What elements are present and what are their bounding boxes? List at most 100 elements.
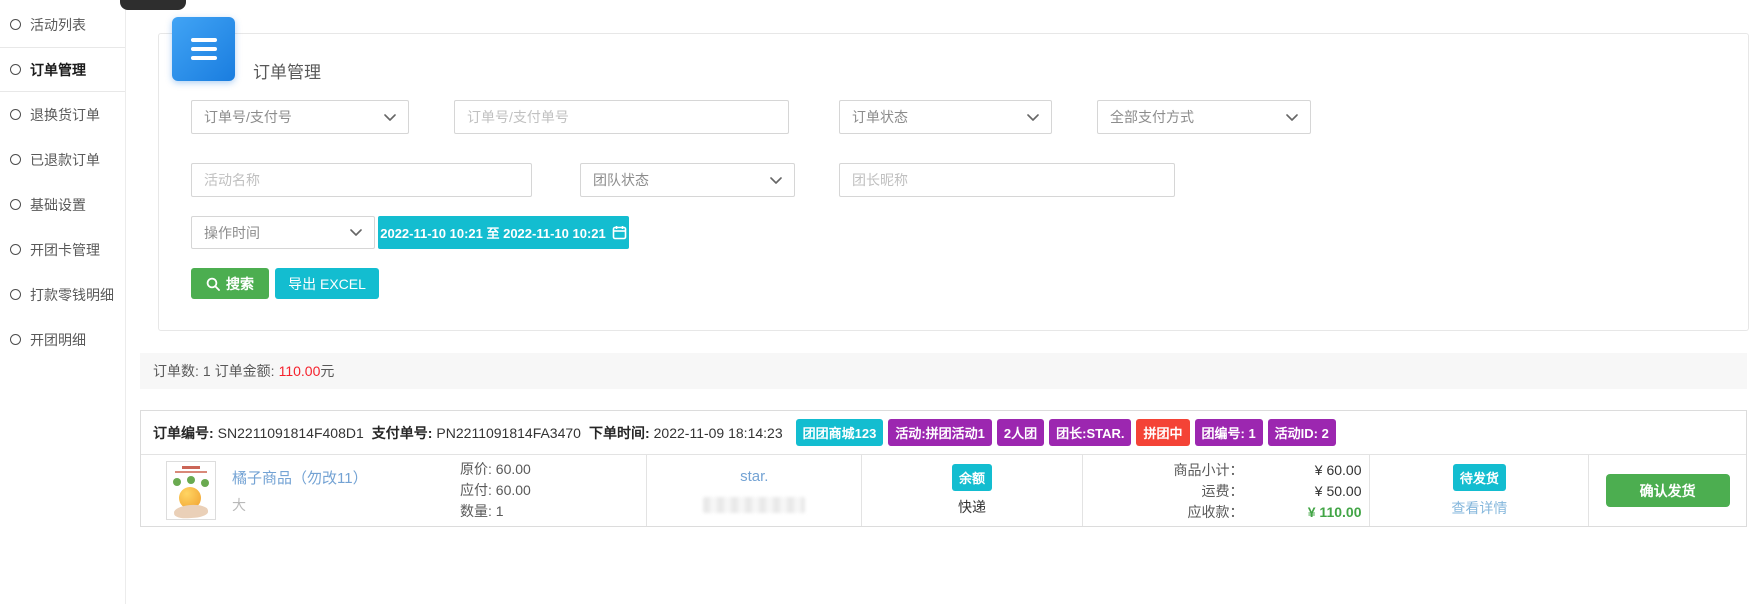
order-no-input[interactable] <box>454 100 789 134</box>
activity-badge: 活动:拼团活动1 <box>888 419 992 446</box>
circle-icon <box>10 19 21 30</box>
receivable-label: 应收款： <box>1187 502 1243 522</box>
calendar-icon <box>612 225 627 240</box>
circle-icon <box>10 289 21 300</box>
amounts-cell: 商品小计： ¥ 60.00 运费： ¥ 50.00 应收款： ¥ 110.00 <box>1082 455 1370 526</box>
buyer-cell: star. <box>646 455 861 526</box>
order-row: 橘子商品（勿改11） 大 原价: 60.00 应付: 60.00 数量: 1 s… <box>141 455 1746 526</box>
sidebar-item-activity-list[interactable]: 活动列表 <box>0 2 125 47</box>
main-content: 订单管理 订单号/支付号 订单状态 全部支付方式 团队状态 <box>126 0 1753 604</box>
buyer-nickname: star. <box>740 468 768 485</box>
time-type-value: 操作时间 <box>204 223 260 243</box>
order-no-type-value: 订单号/支付号 <box>204 107 292 127</box>
order-management-page: 活动列表 订单管理 退换货订单 已退款订单 基础设置 开团卡管理 打款零钱明细 <box>0 0 1753 604</box>
order-amount-unit: 元 <box>320 361 334 381</box>
product-name-link[interactable]: 橘子商品（勿改11） <box>232 467 420 488</box>
order-amount-value: 110.00 <box>279 363 321 379</box>
date-range-value: 2022-11-10 10:21 至 2022-11-10 10:21 <box>380 223 606 242</box>
team-status-select[interactable]: 团队状态 <box>580 163 795 197</box>
sidebar-item-group-card-management[interactable]: 开团卡管理 <box>0 227 125 272</box>
chevron-down-icon <box>384 114 396 121</box>
order-no-label: 订单编号: <box>153 423 214 443</box>
chevron-down-icon <box>350 229 362 236</box>
freight-label: 运费： <box>1201 481 1243 501</box>
subtotal-label: 商品小计： <box>1173 460 1243 480</box>
freight-value: ¥ 50.00 <box>1243 481 1361 501</box>
leader-badge: 团长:STAR. <box>1049 419 1131 446</box>
grouping-status-badge: 拼团中 <box>1136 419 1189 446</box>
chevron-down-icon <box>1286 114 1298 121</box>
product-image <box>166 461 216 520</box>
chevron-down-icon <box>1027 114 1039 121</box>
search-button[interactable]: 搜索 <box>191 268 269 299</box>
sidebar-item-basic-settings[interactable]: 基础设置 <box>0 182 125 227</box>
circle-icon <box>10 109 21 120</box>
sidebar-item-label: 打款零钱明细 <box>30 285 114 305</box>
order-time-label: 下单时间: <box>589 423 650 443</box>
circle-icon <box>10 64 21 75</box>
sidebar-item-transfer-detail[interactable]: 打款零钱明细 <box>0 272 125 317</box>
pay-no-value: PN2211091814FA3470 <box>436 425 581 441</box>
sidebar-item-label: 基础设置 <box>30 195 86 215</box>
shop-badge: 团团商城123 <box>796 419 884 446</box>
sidebar-item-label: 开团明细 <box>30 330 86 350</box>
export-excel-button[interactable]: 导出 EXCEL <box>275 268 379 299</box>
qty-label: 数量: <box>460 503 492 519</box>
payable-value: 60.00 <box>496 482 531 498</box>
filter-panel: 订单管理 订单号/支付号 订单状态 全部支付方式 团队状态 <box>158 33 1749 331</box>
activity-id-badge: 活动ID: 2 <box>1268 419 1336 446</box>
sidebar-item-order-management[interactable]: 订单管理 <box>0 47 125 92</box>
sidebar-item-label: 活动列表 <box>30 15 86 35</box>
pay-no-label: 支付单号: <box>372 423 433 443</box>
page-title: 订单管理 <box>253 58 321 83</box>
menu-button[interactable] <box>172 17 235 81</box>
subtotal-value: ¥ 60.00 <box>1243 460 1361 480</box>
status-badge: 待发货 <box>1453 464 1506 491</box>
receivable-value: ¥ 110.00 <box>1243 502 1361 522</box>
sidebar-item-refunded-orders[interactable]: 已退款订单 <box>0 137 125 182</box>
order-count-value: 1 <box>203 363 211 379</box>
order-no-value: SN2211091814F408D1 <box>218 425 364 441</box>
circle-icon <box>10 154 21 165</box>
payable-label: 应付: <box>460 482 492 498</box>
dark-notch <box>120 0 186 10</box>
sidebar-item-return-orders[interactable]: 退换货订单 <box>0 92 125 137</box>
payment-cell: 余额 快递 <box>861 455 1082 526</box>
search-button-label: 搜索 <box>226 274 254 294</box>
view-detail-link[interactable]: 查看详情 <box>1451 498 1507 518</box>
team-status-value: 团队状态 <box>593 170 649 190</box>
activity-name-input[interactable] <box>191 163 532 197</box>
orig-price-label: 原价: <box>460 461 492 477</box>
order-no-type-select[interactable]: 订单号/支付号 <box>191 100 409 134</box>
product-spec: 大 <box>232 495 420 515</box>
blurred-buyer-info <box>703 497 805 513</box>
pay-method-value: 全部支付方式 <box>1110 107 1194 127</box>
leader-nickname-input[interactable] <box>839 163 1175 197</box>
sidebar-item-group-open-detail[interactable]: 开团明细 <box>0 317 125 362</box>
pay-method-select[interactable]: 全部支付方式 <box>1097 100 1311 134</box>
hamburger-icon <box>191 38 217 42</box>
sidebar: 活动列表 订单管理 退换货订单 已退款订单 基础设置 开团卡管理 打款零钱明细 <box>0 0 126 604</box>
product-cell: 橘子商品（勿改11） 大 原价: 60.00 应付: 60.00 数量: 1 <box>141 455 646 526</box>
orig-price-value: 60.00 <box>496 461 531 477</box>
date-range-button[interactable]: 2022-11-10 10:21 至 2022-11-10 10:21 <box>378 216 629 249</box>
sidebar-item-label: 已退款订单 <box>30 150 100 170</box>
price-block: 原价: 60.00 应付: 60.00 数量: 1 <box>460 460 531 521</box>
hand-graphic <box>174 504 209 519</box>
group-no-badge: 团编号: 1 <box>1195 419 1263 446</box>
chevron-down-icon <box>770 177 782 184</box>
pay-method-badge: 余额 <box>952 464 992 491</box>
order-status-select[interactable]: 订单状态 <box>839 100 1052 134</box>
sidebar-item-label: 订单管理 <box>30 60 86 80</box>
order-status-value: 订单状态 <box>852 107 908 127</box>
status-cell: 待发货 查看详情 <box>1369 455 1588 526</box>
order-time-value: 2022-11-09 18:14:23 <box>654 425 783 441</box>
search-icon <box>206 277 220 291</box>
order-card: 订单编号: SN2211091814F408D1 支付单号: PN2211091… <box>140 410 1747 527</box>
time-type-select[interactable]: 操作时间 <box>191 216 375 249</box>
action-cell: 确认发货 <box>1588 455 1746 526</box>
qty-value: 1 <box>496 503 504 519</box>
shipping-method: 快递 <box>958 497 986 517</box>
confirm-ship-button[interactable]: 确认发货 <box>1606 474 1730 507</box>
circle-icon <box>10 244 21 255</box>
